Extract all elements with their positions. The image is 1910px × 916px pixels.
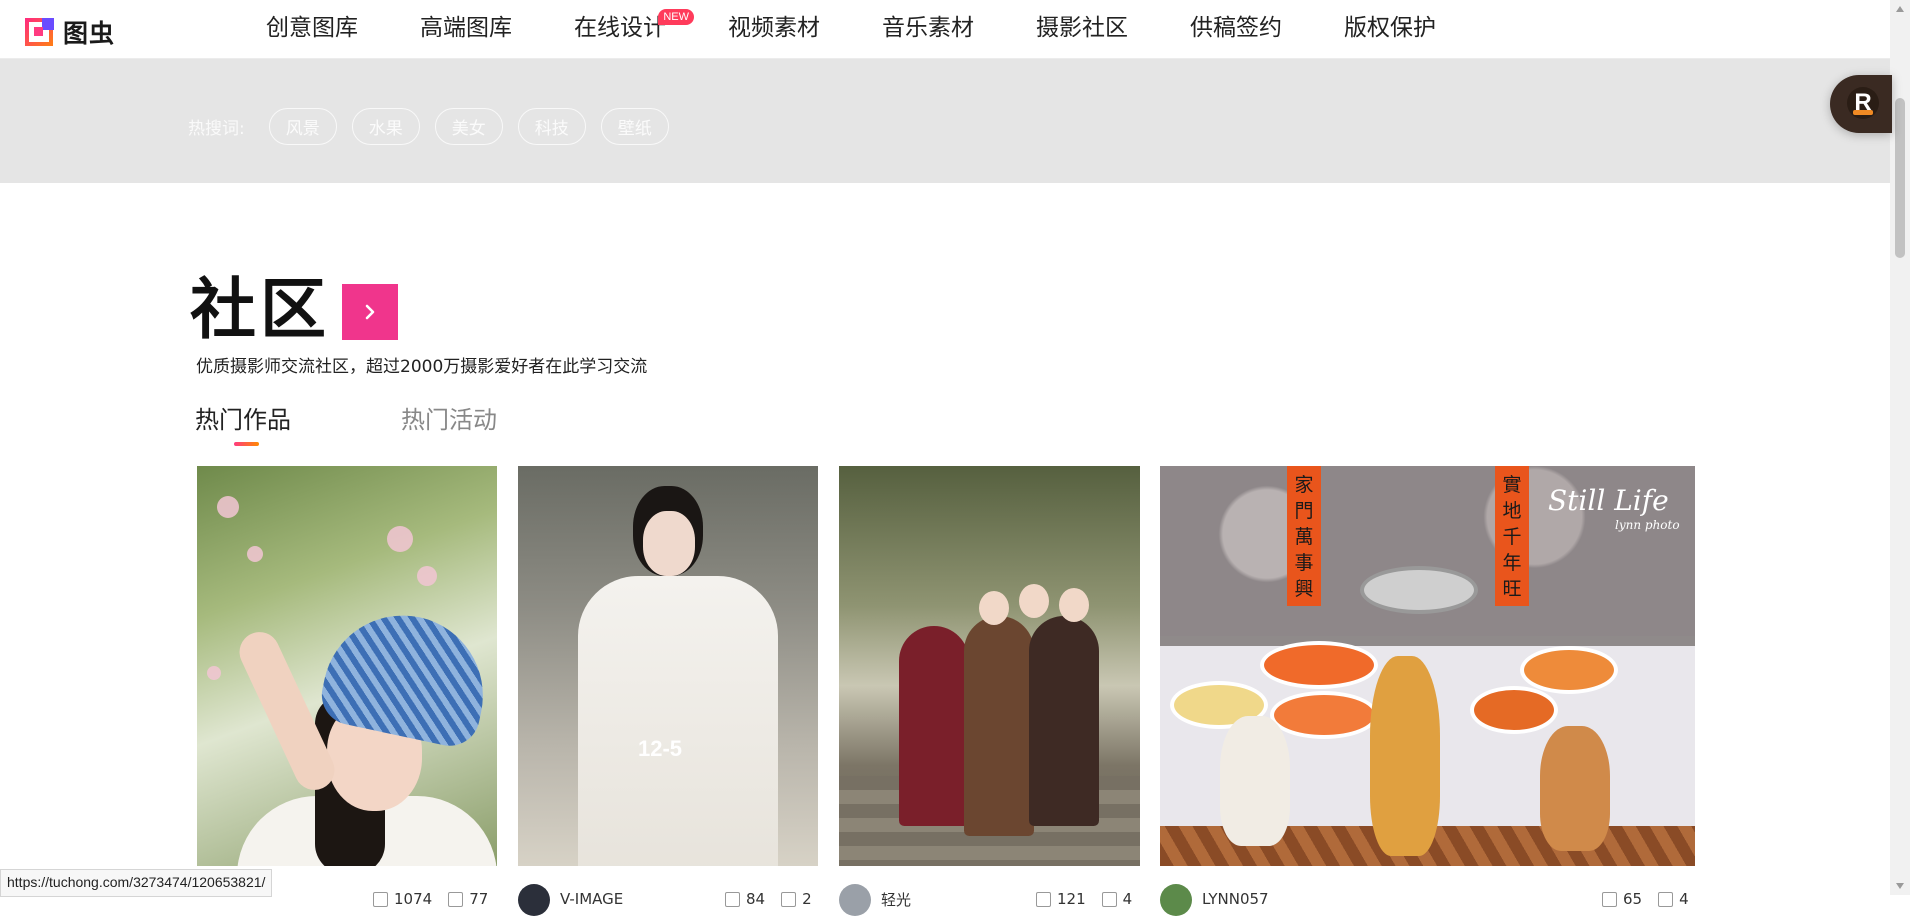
floating-user-avatar[interactable]: R xyxy=(1830,75,1892,133)
new-badge: NEW xyxy=(658,9,694,25)
comment-count: 2 xyxy=(802,890,812,908)
photo-thumbnail xyxy=(197,466,497,866)
logo-icon xyxy=(25,18,57,46)
hot-search-label: 热搜词: xyxy=(188,119,245,139)
section-title: 社区 xyxy=(190,271,330,348)
banner-right: 實地千年旺 xyxy=(1495,466,1529,606)
comment-count: 4 xyxy=(1122,890,1133,908)
photo-card[interactable] xyxy=(839,466,1140,866)
photo-signature: Still Life xyxy=(1548,484,1669,517)
nav-item-copyright[interactable]: 版权保护 xyxy=(1344,0,1436,58)
brand-name: 图虫 xyxy=(63,19,116,48)
hot-term-chip[interactable]: 水果 xyxy=(351,108,420,145)
photo-card[interactable]: 家門萬事興 實地千年旺 Still Life lynn photo xyxy=(1160,466,1695,866)
like-count: 121 xyxy=(1057,890,1086,908)
comment-count: 4 xyxy=(1679,890,1689,908)
card-stats: 65 4 xyxy=(1602,890,1689,908)
hot-term-chip[interactable]: 壁纸 xyxy=(600,108,669,145)
banner-left: 家門萬事興 xyxy=(1287,466,1321,606)
comment-icon[interactable] xyxy=(1101,891,1117,907)
like-icon[interactable] xyxy=(1602,891,1617,907)
author-name[interactable]: 轻光 xyxy=(881,889,911,910)
scrollbar[interactable] xyxy=(1890,0,1910,895)
nav-item-online-design[interactable]: 在线设计 NEW xyxy=(574,0,694,58)
avatar[interactable] xyxy=(1160,884,1192,916)
brand-logo[interactable]: 图虫 xyxy=(25,14,115,50)
scroll-down-arrow-icon[interactable] xyxy=(1896,883,1904,889)
nav-item-community[interactable]: 摄影社区 xyxy=(1036,0,1128,58)
chevron-right-icon xyxy=(365,304,375,320)
community-more-button[interactable] xyxy=(342,284,398,340)
comment-icon[interactable] xyxy=(448,891,464,907)
author-name[interactable]: V-IMAGE xyxy=(560,890,623,908)
nav-item-premium-gallery[interactable]: 高端图库 xyxy=(420,0,512,58)
nav-item-creative-gallery[interactable]: 创意图库 xyxy=(266,0,358,58)
status-bar-url: https://tuchong.com/3273474/120653821/ xyxy=(0,869,273,897)
top-navigation-bar: 图虫 创意图库 高端图库 在线设计 NEW 视频素材 音乐素材 摄影社区 供稿签… xyxy=(0,0,1890,59)
hot-search-terms: 热搜词: 风景 水果 美女 科技 壁纸 xyxy=(188,108,684,145)
like-icon[interactable] xyxy=(1036,891,1051,907)
community-tabs: 热门作品 热门活动 xyxy=(195,400,607,446)
search-banner: 热搜词: 风景 水果 美女 科技 壁纸 xyxy=(0,58,1890,183)
card-meta: 轻光 121 4 xyxy=(839,883,1140,916)
nav-item-contributor[interactable]: 供稿签约 xyxy=(1190,0,1282,58)
comment-icon[interactable] xyxy=(781,891,797,907)
card-stats: 84 2 xyxy=(725,890,812,908)
comment-count: 77 xyxy=(469,890,489,908)
avatar[interactable] xyxy=(839,884,871,916)
like-icon[interactable] xyxy=(373,891,388,907)
card-stats: 1074 77 xyxy=(373,890,488,908)
card-meta: LYNN057 65 4 xyxy=(1160,883,1695,916)
main-nav: 创意图库 高端图库 在线设计 NEW 视频素材 音乐素材 摄影社区 供稿签约 版… xyxy=(266,0,1498,58)
photo-card[interactable]: 12-5 xyxy=(518,466,818,866)
photo-watermark: 12-5 xyxy=(638,736,683,761)
like-icon[interactable] xyxy=(725,891,740,907)
hot-term-chip[interactable]: 风景 xyxy=(268,108,337,145)
comment-icon[interactable] xyxy=(1658,891,1674,907)
nav-item-label: 在线设计 xyxy=(574,15,666,41)
photo-signature-sub: lynn photo xyxy=(1615,518,1680,532)
tab-hot-events[interactable]: 热门活动 xyxy=(401,400,497,435)
scroll-thumb[interactable] xyxy=(1895,98,1905,258)
photo-thumbnail: 家門萬事興 實地千年旺 Still Life lynn photo xyxy=(1160,466,1695,866)
scroll-up-arrow-icon[interactable] xyxy=(1896,6,1904,12)
like-count: 84 xyxy=(746,890,766,908)
photo-thumbnail xyxy=(839,466,1140,866)
author-name[interactable]: LYNN057 xyxy=(1202,890,1269,908)
card-stats: 121 4 xyxy=(1036,890,1132,908)
avatar[interactable] xyxy=(518,884,550,916)
nav-item-music[interactable]: 音乐素材 xyxy=(882,0,974,58)
photo-thumbnail: 12-5 xyxy=(518,466,818,866)
hot-term-chip[interactable]: 美女 xyxy=(434,108,503,145)
card-meta: V-IMAGE 84 2 xyxy=(518,883,818,916)
tab-hot-works[interactable]: 热门作品 xyxy=(195,400,291,446)
section-subtitle: 优质摄影师交流社区，超过2000万摄影爱好者在此学习交流 xyxy=(196,357,648,377)
hot-term-chip[interactable]: 科技 xyxy=(517,108,586,145)
avatar-logo-icon: R xyxy=(1847,87,1879,119)
photo-card[interactable] xyxy=(197,466,497,866)
like-count: 1074 xyxy=(394,890,433,908)
like-count: 65 xyxy=(1623,890,1643,908)
nav-item-video[interactable]: 视频素材 xyxy=(728,0,820,58)
